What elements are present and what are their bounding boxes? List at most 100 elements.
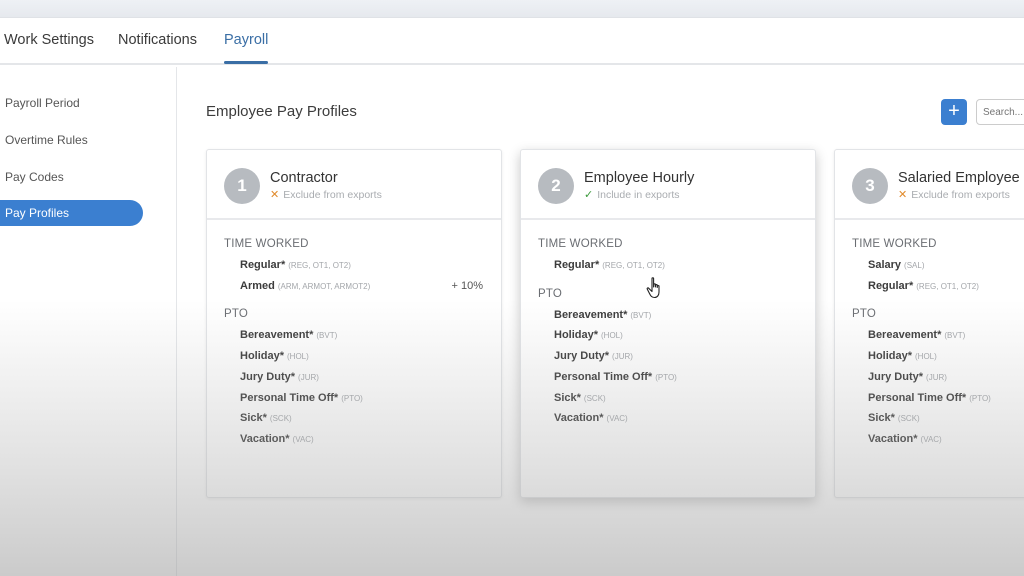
profile-name: Employee Hourly (584, 170, 695, 186)
pay-code-row: Jury Duty* (JUR) (554, 350, 633, 362)
pay-code-abbreviations: (HOL) (915, 352, 937, 362)
profile-name: Salaried Employee (898, 170, 1020, 186)
pay-code-row: Armed (ARM, ARMOT, ARMOT2) (240, 280, 370, 292)
profile-number-badge: 1 (224, 168, 260, 204)
pay-code-name: Vacation* (868, 432, 918, 445)
x-icon: ✕ (898, 189, 908, 201)
pay-code-abbreviations: (JUR) (926, 372, 947, 382)
pay-code-abbreviations: (SCK) (897, 414, 920, 424)
pay-code-abbreviations: (PTO) (341, 393, 363, 403)
pay-code-name: Regular* (240, 259, 286, 271)
pay-profile-card[interactable]: 3 Salaried Employee ✕ Exclude from exports T… (834, 149, 1024, 498)
pay-code-name: Bereavement* (868, 329, 942, 342)
pay-code-row: Bereavement* (BVT) (240, 329, 337, 341)
pay-code-name: Armed (240, 279, 275, 292)
pay-code-row: Jury Duty* (JUR) (240, 371, 319, 383)
pay-code-abbreviations: (REG, OT1, OT2) (916, 281, 979, 291)
search-input[interactable] (976, 99, 1024, 125)
sidebar-item-pay-profiles[interactable]: Pay Profiles (0, 200, 143, 226)
section-label: TIME WORKED (538, 238, 623, 250)
tab-notifications[interactable]: Notifications (118, 32, 197, 48)
pay-code-row: Regular* (REG, OT1, OT2) (554, 259, 665, 271)
pay-code-row: Holiday* (HOL) (554, 329, 623, 341)
section-label: PTO (224, 308, 249, 321)
sidebar-item-overtime-rules[interactable]: Overtime Rules (0, 127, 143, 153)
pay-code-row: Bereavement* (BVT) (554, 309, 651, 321)
sidebar: Payroll Period Overtime Rules Pay Codes … (0, 67, 177, 576)
pay-profile-card[interactable]: 2 Employee Hourly ✓ Include in exports TIME … (520, 149, 816, 498)
pay-code-abbreviations: (HOL) (601, 331, 623, 341)
section-label: PTO (852, 308, 877, 321)
pay-code-row: Salary (SAL) (868, 259, 924, 271)
export-status-text: Include in exports (597, 189, 680, 201)
pay-code-name: Personal Time Off* (240, 391, 339, 404)
check-icon: ✓ (584, 189, 594, 201)
pay-code-name: Salary (868, 259, 902, 271)
pay-code-abbreviations: (REG, OT1, OT2) (602, 261, 665, 270)
pay-code-abbreviations: (ARM, ARMOT, ARMOT2) (277, 281, 371, 291)
plus-icon: + (948, 100, 960, 122)
pay-code-abbreviations: (VAC) (606, 414, 628, 424)
pay-code-abbreviations: (JUR) (612, 352, 633, 362)
section-label: TIME WORKED (224, 238, 309, 250)
pay-code-name: Jury Duty* (240, 370, 296, 383)
export-status-text: Exclude from exports (911, 189, 1010, 201)
pay-code-name: Bereavement* (554, 308, 628, 321)
pay-code-row: Personal Time Off* (PTO) (240, 392, 363, 404)
tab-work-settings[interactable]: Work Settings (4, 32, 94, 48)
pay-code-name: Sick* (868, 412, 895, 425)
x-icon: ✕ (270, 189, 280, 201)
pay-code-row: Vacation* (VAC) (554, 412, 628, 424)
pay-code-name: Personal Time Off* (554, 370, 653, 383)
pay-code-name: Holiday* (868, 350, 913, 363)
rate-adjustment: + 10% (451, 279, 484, 292)
pay-code-row: Vacation* (VAC) (240, 433, 314, 445)
card-header: 1 Contractor ✕ Exclude from exports (207, 150, 501, 220)
sidebar-item-pay-codes[interactable]: Pay Codes (0, 164, 143, 190)
pay-code-row: Personal Time Off* (PTO) (554, 371, 677, 383)
pay-code-name: Holiday* (240, 350, 285, 363)
pay-code-abbreviations: (SCK) (583, 393, 606, 403)
pay-code-name: Sick* (240, 412, 267, 425)
pay-code-name: Jury Duty* (868, 370, 924, 383)
pay-code-row: Sick* (SCK) (868, 412, 920, 424)
pay-code-abbreviations: (HOL) (287, 352, 309, 362)
pay-code-abbreviations: (SAL) (904, 261, 925, 270)
pay-code-row: Sick* (SCK) (240, 412, 292, 424)
pay-code-name: Personal Time Off* (868, 391, 967, 404)
pay-code-row: Vacation* (VAC) (868, 433, 942, 445)
pay-code-row: Bereavement* (BVT) (868, 329, 965, 341)
pay-code-name: Holiday* (554, 329, 599, 342)
pay-code-name: Sick* (554, 391, 581, 404)
profile-name: Contractor (270, 170, 338, 186)
pay-code-row: Regular* (REG, OT1, OT2) (240, 259, 351, 271)
pay-code-abbreviations: (PTO) (655, 372, 677, 382)
pay-code-row: Holiday* (HOL) (240, 350, 309, 362)
pay-profile-card[interactable]: 1 Contractor ✕ Exclude from exports TIME WOR… (206, 149, 502, 498)
pay-code-name: Vacation* (240, 432, 290, 445)
pay-code-name: Regular* (868, 279, 914, 292)
export-status: ✕ Exclude from exports (898, 188, 1010, 201)
section-label: PTO (538, 287, 563, 300)
pay-code-abbreviations: (BVT) (630, 310, 652, 320)
card-header: 3 Salaried Employee ✕ Exclude from exports (835, 150, 1024, 220)
section-label: TIME WORKED (852, 238, 937, 250)
pay-code-row: Sick* (SCK) (554, 392, 606, 404)
pay-code-name: Vacation* (554, 412, 604, 425)
pay-code-abbreviations: (VAC) (292, 434, 314, 444)
pay-code-name: Jury Duty* (554, 350, 610, 363)
profile-number-badge: 2 (538, 168, 574, 204)
sidebar-item-payroll-period[interactable]: Payroll Period (0, 90, 143, 116)
pay-code-abbreviations: (REG, OT1, OT2) (288, 261, 351, 270)
tab-payroll[interactable]: Payroll (224, 32, 269, 64)
pay-code-abbreviations: (BVT) (316, 331, 338, 341)
pay-code-row: Regular* (REG, OT1, OT2) (868, 280, 979, 292)
add-profile-button[interactable]: + (941, 99, 967, 125)
export-status: ✕ Exclude from exports (270, 188, 382, 201)
pay-code-abbreviations: (VAC) (920, 434, 942, 444)
pay-code-name: Bereavement* (240, 329, 314, 342)
pay-code-row: Holiday* (HOL) (868, 350, 937, 362)
page-title: Employee Pay Profiles (206, 103, 357, 120)
export-status: ✓ Include in exports (584, 188, 680, 201)
pay-code-abbreviations: (SCK) (269, 414, 292, 424)
